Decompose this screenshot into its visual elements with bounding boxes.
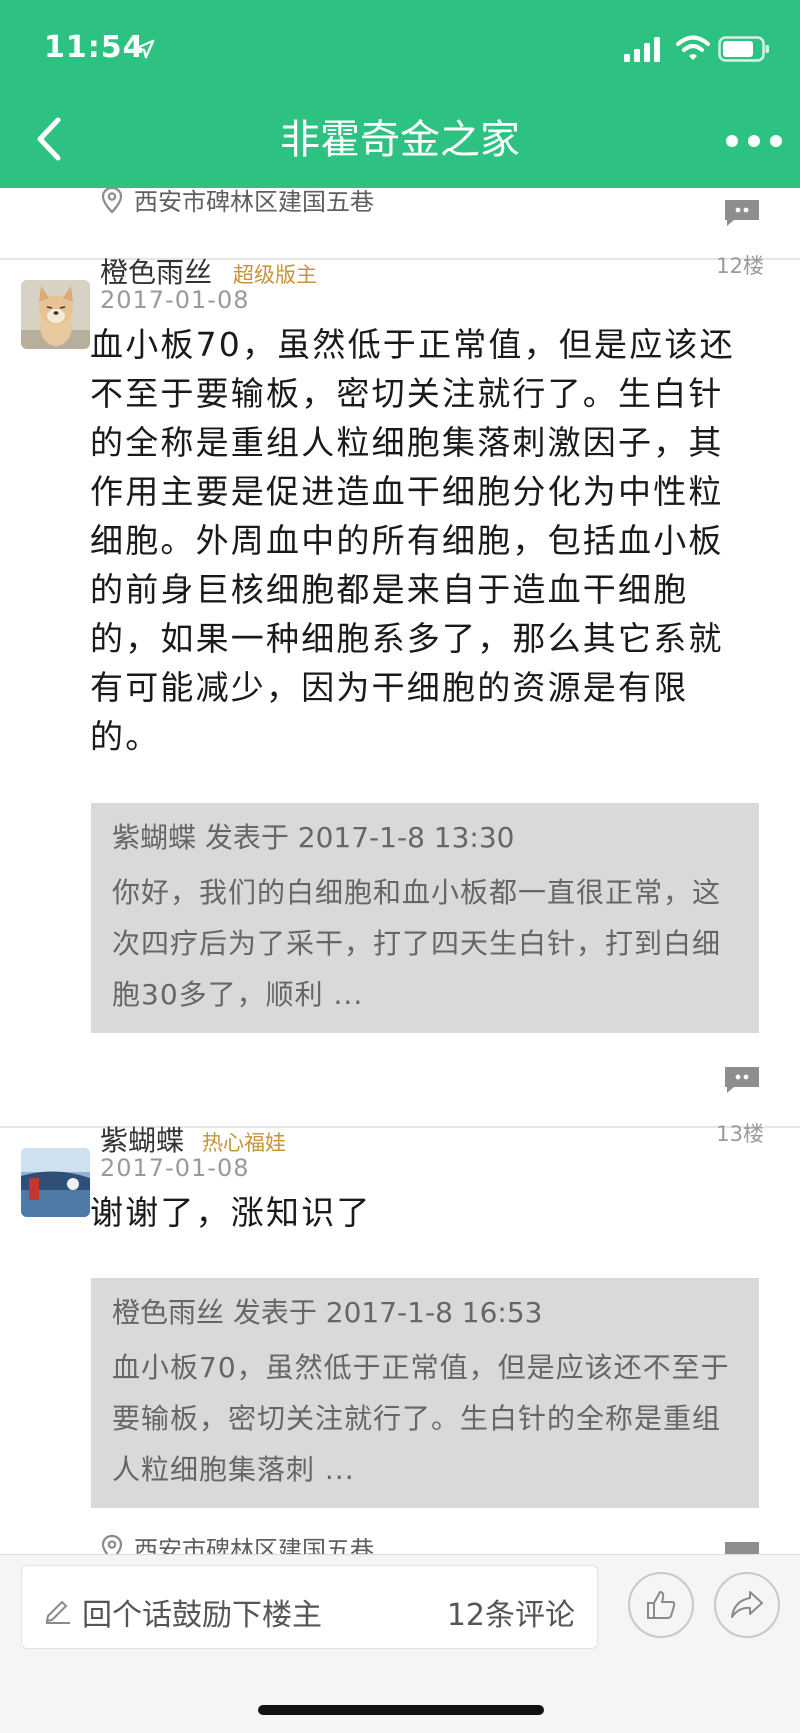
location-text: 西安市碑林区建国五巷 — [134, 1536, 374, 1554]
comment-placeholder: 回个话鼓励下楼主 — [82, 1598, 322, 1633]
pen-icon — [45, 1600, 70, 1624]
quote-body: 血小板70，虽然低于正常值，但是应该还不至于要输板，密切关注就行了。生白针的全称… — [112, 1351, 730, 1486]
post-date: 2017-01-08 — [100, 1154, 250, 1182]
post-body: 血小板70，虽然低于正常值，但是应该还不至于要输板，密切关注就行了。生白针的全称… — [90, 325, 735, 756]
post-date: 2017-01-08 — [100, 286, 250, 314]
thread-content[interactable]: 西安市碑林区建国五巷 橙色雨丝 超级版主 12楼 2017-01-08 血小板7… — [0, 188, 800, 1554]
location-text: 西安市碑林区建国五巷 — [134, 188, 374, 216]
like-button[interactable] — [628, 1572, 694, 1638]
home-indicator — [258, 1705, 544, 1715]
signal-icon — [624, 37, 660, 62]
username[interactable]: 紫蝴蝶 — [100, 1119, 184, 1159]
reply-icon[interactable] — [722, 198, 762, 228]
wifi-icon — [676, 35, 710, 60]
reply-icon[interactable] — [722, 1540, 762, 1554]
comment-input[interactable]: 回个话鼓励下楼主 12条评论 — [21, 1565, 598, 1649]
quote-block: 紫蝴蝶 发表于 2017-1-8 13:30 你好，我们的白细胞和血小板都一直很… — [91, 803, 759, 1033]
page-title: 非霍奇金之家 — [280, 117, 520, 163]
quote-block: 橙色雨丝 发表于 2017-1-8 16:53 血小板70，虽然低于正常值，但是… — [91, 1278, 759, 1508]
avatar[interactable] — [21, 1148, 90, 1217]
avatar[interactable] — [21, 280, 90, 349]
post-body: 谢谢了，涨知识了 — [90, 1193, 372, 1232]
location-row: 西安市碑林区建国五巷 — [100, 188, 374, 217]
floor-number: 12楼 — [716, 254, 764, 278]
floor-number: 13楼 — [716, 1122, 764, 1146]
bottom-bar: 回个话鼓励下楼主 12条评论 — [0, 1554, 800, 1733]
battery-icon — [718, 36, 769, 62]
app-header: 11:54 非霍奇金之家 — [0, 0, 800, 188]
user-badge: 热心福娃 — [202, 1131, 286, 1155]
location-arrow-icon — [135, 39, 155, 59]
location-pin-icon — [101, 188, 123, 214]
quote-body: 你好，我们的白细胞和血小板都一直很正常，这次四疗后为了采干，打了四天生白针，打到… — [112, 876, 722, 1011]
username[interactable]: 橙色雨丝 — [100, 251, 212, 291]
quote-header: 橙色雨丝 发表于 2017-1-8 16:53 — [112, 1296, 543, 1329]
more-icon[interactable] — [724, 128, 784, 154]
location-row: 西安市碑林区建国五巷 — [100, 1530, 374, 1554]
status-bar: 11:54 — [0, 0, 800, 100]
location-pin-icon — [101, 1534, 123, 1554]
reply-icon[interactable] — [722, 1065, 762, 1095]
user-badge: 超级版主 — [233, 263, 317, 287]
status-time: 11:54 — [44, 30, 145, 65]
share-icon — [731, 1591, 763, 1618]
comment-count[interactable]: 12条评论 — [447, 1590, 575, 1634]
share-button[interactable] — [714, 1572, 780, 1638]
quote-header: 紫蝴蝶 发表于 2017-1-8 13:30 — [112, 821, 515, 854]
thumbs-up-icon — [647, 1591, 676, 1619]
